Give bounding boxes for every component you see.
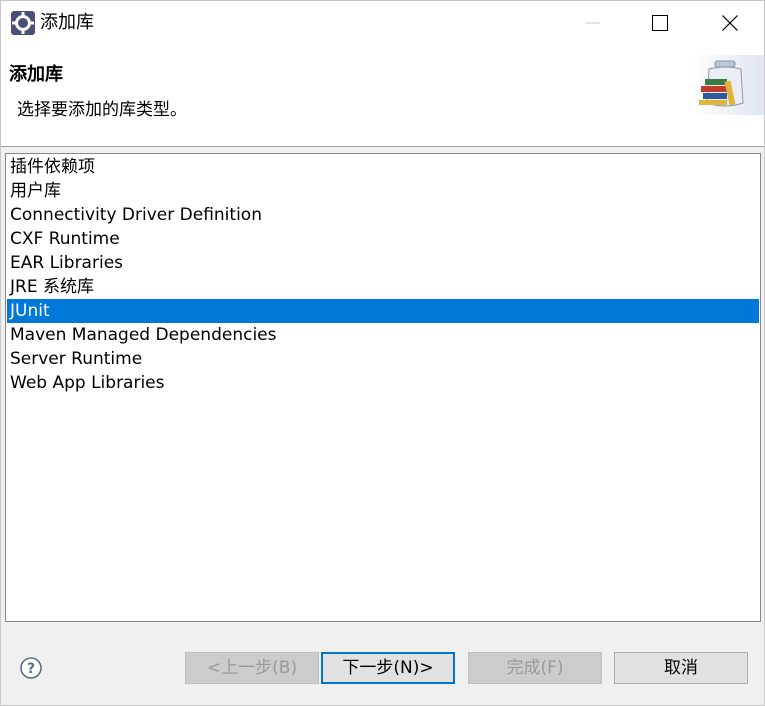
banner-title: 添加库 — [9, 64, 63, 85]
list-item-selected[interactable]: JUnit — [7, 299, 759, 323]
help-icon[interactable]: ? — [19, 656, 43, 680]
list-item[interactable]: Maven Managed Dependencies — [7, 323, 759, 347]
add-library-dialog: 添加库 添加库 选择要添加的库类型。 插件依赖项 用户库 Connectivit… — [0, 0, 765, 706]
finish-button[interactable]: 完成(F) — [468, 652, 602, 684]
list-item[interactable]: JRE 系统库 — [7, 275, 759, 299]
minimize-icon — [586, 22, 600, 24]
list-item[interactable]: Web App Libraries — [7, 371, 759, 395]
banner-description: 选择要添加的库类型。 — [17, 100, 187, 120]
list-item[interactable]: 用户库 — [7, 179, 759, 203]
close-button[interactable] — [695, 1, 764, 45]
library-type-list[interactable]: 插件依赖项 用户库 Connectivity Driver Definition… — [5, 153, 761, 622]
list-item[interactable]: Server Runtime — [7, 347, 759, 371]
list-item[interactable]: Connectivity Driver Definition — [7, 203, 759, 227]
window-title: 添加库 — [40, 12, 94, 33]
cancel-button[interactable]: 取消 — [614, 652, 748, 684]
next-button[interactable]: 下一步(N)> — [321, 652, 455, 684]
maximize-icon — [652, 15, 668, 31]
back-button[interactable]: <上一步(B) — [185, 652, 319, 684]
title-bar: 添加库 — [1, 1, 764, 45]
maximize-button[interactable] — [625, 1, 695, 45]
list-item[interactable]: 插件依赖项 — [7, 155, 759, 179]
eclipse-gear-icon — [11, 11, 35, 35]
library-jar-icon — [691, 55, 764, 115]
close-icon — [722, 15, 738, 31]
minimize-button[interactable] — [558, 1, 628, 45]
list-item[interactable]: EAR Libraries — [7, 251, 759, 275]
svg-text:?: ? — [27, 661, 35, 677]
list-item[interactable]: CXF Runtime — [7, 227, 759, 251]
